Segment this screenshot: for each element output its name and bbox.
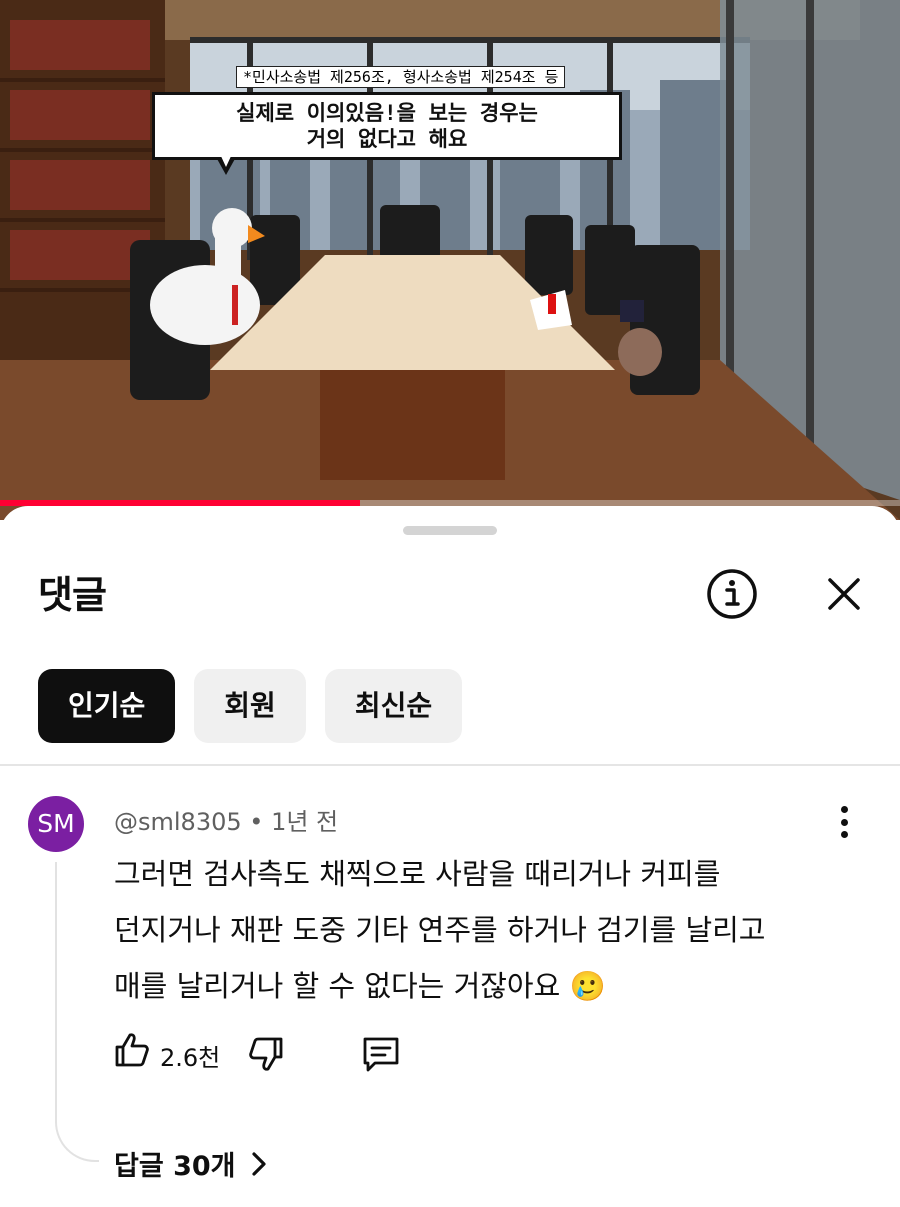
chip-members[interactable]: 회원 [194, 669, 306, 743]
sheet-title: 댓글 [38, 573, 107, 617]
avatar[interactable]: SM [28, 796, 84, 852]
speech-line: 거의 없다고 해요 [306, 127, 468, 151]
comment-line: 던지거나 재판 도중 기타 연주를 하거나 검기를 날리고 [114, 913, 766, 947]
chip-popular[interactable]: 인기순 [38, 669, 176, 743]
close-button[interactable] [814, 564, 874, 624]
reply-icon[interactable] [360, 1034, 402, 1074]
info-icon [707, 569, 757, 619]
chevron-right-icon [251, 1151, 266, 1176]
comment-author[interactable]: @sml8305 [114, 808, 242, 836]
comment-line: 그러면 검사측도 채찍으로 사람을 때리거나 커피를 [114, 857, 721, 891]
sort-chips: 인기순 회원 최신순 [38, 669, 463, 743]
comment-meta: @sml8305 • 1년 전 [114, 802, 338, 837]
info-button[interactable] [702, 564, 762, 624]
comment-body: 그러면 검사측도 채찍으로 사람을 때리거나 커피를 던지거나 재판 도중 기타… [114, 846, 834, 1014]
thumbs-up-icon[interactable] [112, 1030, 152, 1070]
thread-line [55, 862, 99, 1162]
close-icon [828, 578, 860, 610]
more-options-button[interactable] [826, 802, 862, 842]
meta-separator: • [249, 808, 264, 836]
kebab-dot [840, 831, 848, 838]
kebab-dot [840, 806, 848, 813]
thumbs-down-icon[interactable] [246, 1034, 286, 1074]
comment-time: 1년 전 [271, 808, 339, 836]
speech-line: 실제로 이의있음!을 보는 경우는 [236, 101, 538, 125]
comment-actions: 2.6천 [112, 1028, 432, 1076]
chip-newest[interactable]: 최신순 [324, 669, 463, 743]
comments-sheet: 댓글 인기순 회원 최신순 SM @sml8305 • 1년 전 그러면 검사측… [0, 506, 900, 1207]
kebab-dot [840, 818, 848, 826]
comment-line: 매를 날리거나 할 수 없다는 거잖아요 🥲 [114, 969, 606, 1003]
speech-bubble: 실제로 이의있음!을 보는 경우는 거의 없다고 해요 [152, 92, 622, 160]
comment-item: SM @sml8305 • 1년 전 그러면 검사측도 채찍으로 사람을 때리거… [0, 766, 900, 1207]
like-count: 2.6천 [160, 1044, 221, 1072]
speech-bubble-tail [216, 154, 236, 175]
legal-citation-caption: *민사소송법 제256조, 형사소송법 제254조 등 [236, 66, 566, 88]
view-replies-button[interactable]: 답글 30개 [114, 1144, 268, 1183]
video-player[interactable]: *민사소송법 제256조, 형사소송법 제254조 등 실제로 이의있음!을 보… [0, 0, 900, 520]
drag-handle[interactable] [403, 526, 497, 535]
replies-label: 답글 30개 [114, 1151, 236, 1182]
